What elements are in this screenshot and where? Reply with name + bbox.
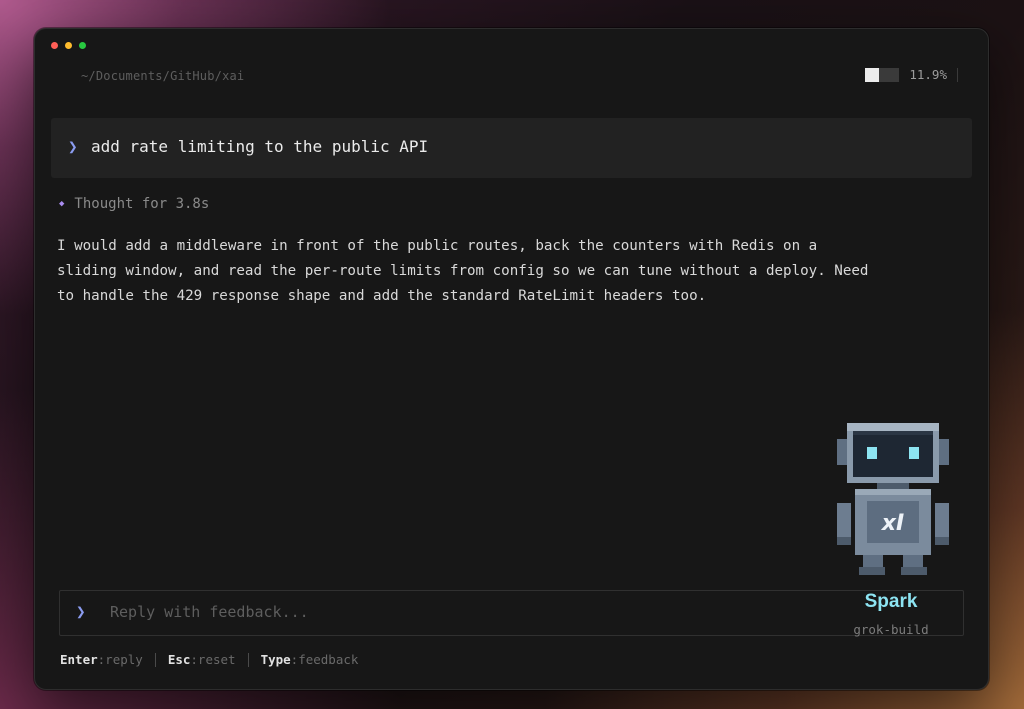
thought-indicator[interactable]: ◆ Thought for 3.8s [59, 196, 209, 212]
hint-colon: : [97, 652, 106, 667]
keyboard-hints: Enter: reply Esc: reset Type: feedback [60, 652, 358, 667]
response-line: sliding window, and read the per-route l… [57, 263, 869, 279]
hint-esc: Esc: reset [168, 652, 236, 667]
hint-colon: : [190, 652, 198, 667]
hint-key: Esc [167, 652, 191, 667]
user-prompt-block: ❯ add rate limiting to the public API [51, 118, 972, 178]
context-usage-bar [865, 67, 900, 82]
agent-name: Spark [864, 591, 918, 612]
hint-action: reset [197, 652, 236, 667]
context-usage-indicator: 11.9% [865, 67, 958, 82]
context-usage-fill [865, 67, 879, 82]
hint-divider [154, 652, 156, 667]
minimize-window-button[interactable] [65, 42, 72, 49]
close-window-button[interactable] [51, 42, 58, 49]
hint-enter: Enter: reply [60, 652, 143, 667]
agent-model: grok-build [853, 622, 929, 637]
reply-chevron-icon: ❯ [76, 602, 86, 621]
cwd-path: ~/Documents/GitHub/xai [81, 69, 245, 83]
response-line: I would add a middleware in front of the… [57, 238, 818, 254]
robot-mascot-icon: xI [837, 423, 949, 575]
reply-box[interactable]: ❯ [59, 590, 964, 636]
user-prompt-text: add rate limiting to the public API [91, 137, 429, 156]
sparkle-icon: ◆ [59, 199, 65, 209]
terminal-window: ~/Documents/GitHub/xai 11.9% ❯ add rate … [34, 28, 989, 690]
usage-divider [957, 67, 958, 82]
mascot-badge: xI [881, 511, 904, 536]
hint-action: feedback [298, 652, 359, 667]
reply-input[interactable] [110, 599, 830, 625]
hint-action: reply [105, 652, 143, 667]
window-controls [51, 42, 86, 49]
hint-key: Enter [60, 652, 98, 667]
response-line: to handle the 429 response shape and add… [57, 288, 707, 304]
hint-colon: : [290, 652, 299, 667]
hint-type: Type: feedback [261, 652, 359, 667]
context-usage-percent: 11.9% [909, 67, 947, 82]
prompt-chevron-icon: ❯ [68, 137, 78, 156]
hint-key: Type [260, 652, 291, 667]
assistant-response: I would add a middleware in front of the… [57, 234, 957, 309]
thought-duration: Thought for 3.8s [74, 196, 210, 212]
maximize-window-button[interactable] [79, 42, 86, 49]
hint-divider [247, 652, 249, 667]
